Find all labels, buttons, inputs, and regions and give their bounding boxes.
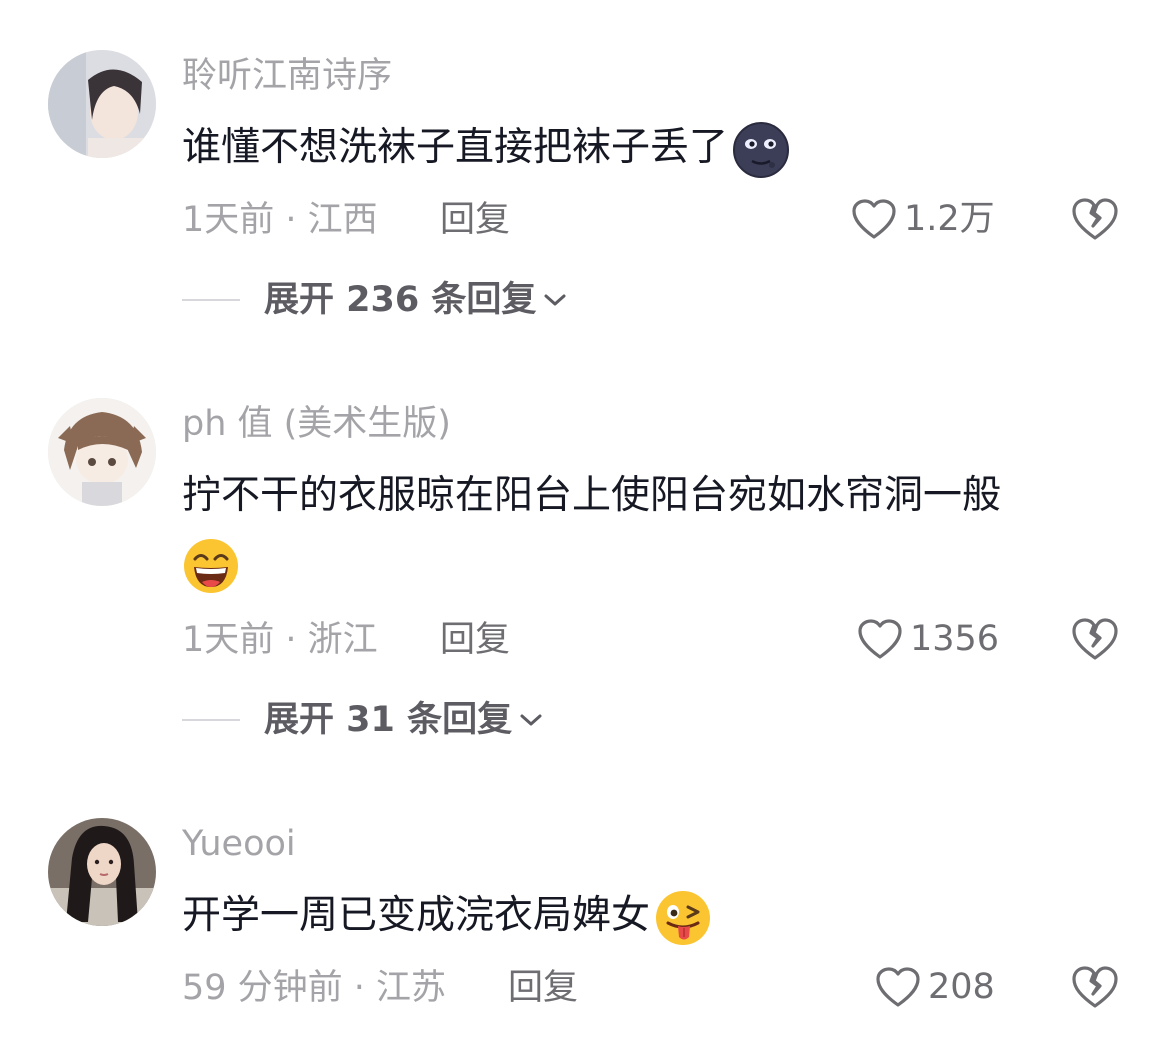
- new-moon-face-emoji: [732, 121, 790, 179]
- reply-button[interactable]: 回复: [440, 198, 510, 242]
- comment-text: 谁懂不想洗袜子直接把袜子丢了: [182, 114, 1122, 182]
- like-count: 1.2万: [904, 199, 995, 239]
- expand-replies-button[interactable]: 展开 236 条回复: [182, 278, 568, 322]
- comment-meta: 59 分钟前 · 江苏: [182, 968, 447, 1008]
- winking-face-with-tongue-emoji: [654, 889, 712, 947]
- comment-text-line: 开学一周已变成浣衣局婢女: [182, 893, 651, 938]
- avatar[interactable]: [48, 50, 156, 158]
- broken-heart-outline-icon: [1072, 618, 1118, 660]
- reply-button[interactable]: 回复: [508, 966, 578, 1010]
- like-button[interactable]: 1356: [856, 614, 999, 664]
- comment-text: 拧不干的衣服晾在阳台上使阳台宛如水帘洞一般: [182, 462, 1122, 598]
- avatar[interactable]: [48, 398, 156, 506]
- broken-heart-outline-icon: [1072, 966, 1118, 1008]
- like-count: 208: [928, 967, 995, 1007]
- heart-outline-icon: [852, 199, 896, 239]
- dislike-button[interactable]: [1070, 964, 1120, 1010]
- dislike-button[interactable]: [1070, 616, 1120, 662]
- comment-text-line: 谁懂不想洗袜子直接把袜子丢了: [182, 125, 729, 170]
- comment-text: 开学一周已变成浣衣局婢女: [182, 882, 1122, 950]
- expand-replies-button[interactable]: 展开 31 条回复: [182, 698, 544, 742]
- expand-replies-label: 展开 31 条回复: [264, 700, 513, 740]
- username[interactable]: ph 值 (美术生版): [182, 404, 451, 444]
- divider: [182, 719, 240, 721]
- dislike-button[interactable]: [1070, 196, 1120, 242]
- broken-heart-outline-icon: [1072, 198, 1118, 240]
- expand-replies-label: 展开 236 条回复: [264, 280, 537, 320]
- heart-outline-icon: [858, 619, 902, 659]
- chevron-down-icon: [544, 294, 566, 306]
- chevron-down-icon: [520, 714, 542, 726]
- like-button[interactable]: 1.2万: [850, 194, 995, 244]
- comment-meta: 1天前 · 江西: [182, 200, 378, 240]
- comment-meta: 1天前 · 浙江: [182, 620, 378, 660]
- heart-outline-icon: [876, 967, 920, 1007]
- username[interactable]: Yueooi: [182, 824, 296, 864]
- reply-button[interactable]: 回复: [440, 618, 510, 662]
- divider: [182, 299, 240, 301]
- like-count: 1356: [910, 619, 1000, 659]
- like-button[interactable]: 208: [874, 962, 995, 1012]
- avatar[interactable]: [48, 818, 156, 926]
- comment-text-line: 拧不干的衣服晾在阳台上使阳台宛如水帘洞一般: [182, 473, 1002, 518]
- username[interactable]: 聆听江南诗序: [182, 56, 392, 96]
- grinning-squinting-face-emoji: [182, 537, 240, 595]
